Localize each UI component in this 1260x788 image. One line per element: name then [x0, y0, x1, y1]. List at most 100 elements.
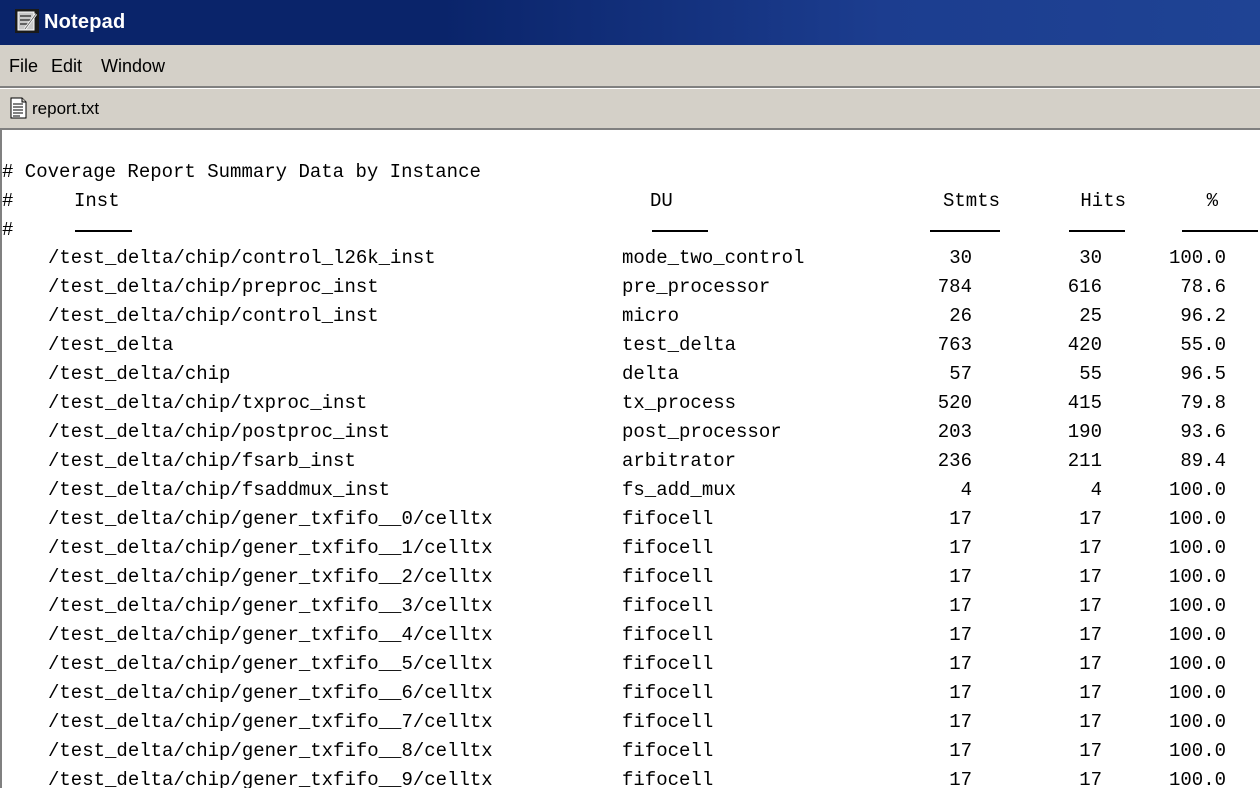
row-pct: 100.0 — [1168, 711, 1226, 733]
row-pct: 89.4 — [1180, 450, 1226, 472]
row-inst: /test_delta/chip/control_l26k_inst — [48, 247, 436, 269]
comment-hash: # — [2, 190, 14, 212]
column-underline-line: # — [2, 216, 1260, 245]
row-inst: /test_delta/chip/txproc_inst — [48, 392, 368, 414]
row-pct: 100.0 — [1168, 537, 1226, 559]
column-header-inst: Inst — [74, 190, 120, 212]
row-pct: 55.0 — [1180, 334, 1226, 356]
table-row: /test_delta/chip/gener_txfifo__2/celltx f… — [2, 563, 1260, 592]
row-pct: 100.0 — [1168, 769, 1226, 788]
column-header-du: DU — [650, 190, 673, 212]
row-inst: /test_delta/chip/gener_txfifo__9/celltx — [48, 769, 493, 788]
row-hits: 17 — [1079, 566, 1102, 588]
column-header-hits: Hits — [1080, 190, 1126, 212]
row-hits: 616 — [1067, 276, 1102, 298]
row-pct: 100.0 — [1168, 740, 1226, 762]
report-heading: # Coverage Report Summary Data by Instan… — [2, 161, 481, 183]
row-hits: 4 — [1090, 479, 1102, 501]
table-row: /test_delta/chip/fsarb_inst arbitrator 236… — [2, 447, 1260, 476]
table-row: /test_delta/chip/gener_txfifo__4/celltx f… — [2, 621, 1260, 650]
menu-bar: File Edit Window — [0, 45, 1260, 87]
row-pct: 96.5 — [1180, 363, 1226, 385]
row-hits: 190 — [1067, 421, 1102, 443]
row-stmts: 203 — [937, 421, 972, 443]
window-title: Notepad — [44, 11, 126, 33]
row-stmts: 4 — [960, 479, 972, 501]
row-pct: 100.0 — [1168, 624, 1226, 646]
row-inst: /test_delta/chip/fsaddmux_inst — [48, 479, 391, 501]
row-pct: 100.0 — [1168, 566, 1226, 588]
row-pct: 93.6 — [1180, 421, 1226, 443]
row-pct: 100.0 — [1168, 653, 1226, 675]
row-stmts: 784 — [937, 276, 972, 298]
row-pct: 78.6 — [1180, 276, 1226, 298]
table-row: /test_delta/chip delta 57 55 96.5 — [2, 360, 1260, 389]
table-row: /test_delta/chip/gener_txfifo__7/celltx f… — [2, 708, 1260, 737]
table-row: /test_delta/chip/fsaddmux_inst fs_add_mux… — [2, 476, 1260, 505]
row-du: fifocell — [622, 624, 714, 646]
row-du: fs_add_mux — [622, 479, 737, 501]
row-pct: 96.2 — [1180, 305, 1226, 327]
row-pct: 100.0 — [1168, 508, 1226, 530]
table-row: /test_delta test_delta 763 420 55.0 — [2, 331, 1260, 360]
row-hits: 17 — [1079, 711, 1102, 733]
row-hits: 420 — [1067, 334, 1102, 356]
inst-underline — [75, 230, 132, 232]
text-document-icon — [10, 97, 27, 119]
table-row: /test_delta/chip/control_l26k_inst mode_t… — [2, 244, 1260, 273]
menu-window[interactable]: Window — [101, 55, 165, 77]
document-name: report.txt — [32, 99, 100, 118]
menu-edit[interactable]: Edit — [51, 55, 82, 77]
column-header-pct: % — [1206, 190, 1218, 212]
title-bar[interactable]: Notepad — [0, 0, 1260, 45]
row-inst: /test_delta/chip/preproc_inst — [48, 276, 379, 298]
row-hits: 17 — [1079, 624, 1102, 646]
row-hits: 17 — [1079, 740, 1102, 762]
row-du: test_delta — [622, 334, 737, 356]
row-stmts: 236 — [937, 450, 972, 472]
row-stmts: 17 — [949, 537, 972, 559]
table-row: /test_delta/chip/txproc_inst tx_process 52… — [2, 389, 1260, 418]
row-stmts: 17 — [949, 566, 972, 588]
column-header-stmts: Stmts — [942, 190, 1000, 212]
table-row: /test_delta/chip/gener_txfifo__8/celltx f… — [2, 737, 1260, 766]
notepad-app-icon[interactable] — [15, 9, 39, 33]
comment-hash: # — [2, 219, 14, 241]
row-inst: /test_delta/chip/gener_txfifo__5/celltx — [48, 653, 493, 675]
row-inst: /test_delta/chip — [48, 363, 231, 385]
row-du: fifocell — [622, 711, 714, 733]
row-hits: 17 — [1079, 769, 1102, 788]
row-stmts: 26 — [949, 305, 972, 327]
table-row: /test_delta/chip/gener_txfifo__3/celltx f… — [2, 592, 1260, 621]
hits-underline — [1069, 230, 1125, 232]
row-du: fifocell — [622, 566, 714, 588]
row-inst: /test_delta/chip/gener_txfifo__2/celltx — [48, 566, 493, 588]
row-hits: 17 — [1079, 508, 1102, 530]
row-hits: 30 — [1079, 247, 1102, 269]
row-hits: 17 — [1079, 653, 1102, 675]
row-du: fifocell — [622, 595, 714, 617]
text-editor-area[interactable]: # Coverage Report Summary Data by Instan… — [0, 128, 1260, 788]
row-du: fifocell — [622, 653, 714, 675]
row-stmts: 520 — [937, 392, 972, 414]
row-du: fifocell — [622, 508, 714, 530]
row-inst: /test_delta/chip/gener_txfifo__0/celltx — [48, 508, 493, 530]
row-hits: 17 — [1079, 595, 1102, 617]
row-pct: 100.0 — [1168, 682, 1226, 704]
row-du: post_processor — [622, 421, 782, 443]
table-row: /test_delta/chip/postproc_inst post_proce… — [2, 418, 1260, 447]
document-tab[interactable]: report.txt — [0, 88, 1260, 128]
row-inst: /test_delta/chip/gener_txfifo__7/celltx — [48, 711, 493, 733]
row-inst: /test_delta/chip/control_inst — [48, 305, 379, 327]
table-row: /test_delta/chip/gener_txfifo__0/celltx f… — [2, 505, 1260, 534]
row-stmts: 17 — [949, 595, 972, 617]
row-stmts: 17 — [949, 624, 972, 646]
row-pct: 100.0 — [1168, 595, 1226, 617]
row-stmts: 17 — [949, 740, 972, 762]
menu-file[interactable]: File — [9, 55, 38, 77]
row-du: pre_processor — [622, 276, 771, 298]
row-du: fifocell — [622, 769, 714, 788]
row-stmts: 57 — [949, 363, 972, 385]
row-inst: /test_delta/chip/gener_txfifo__8/celltx — [48, 740, 493, 762]
table-row: /test_delta/chip/preproc_inst pre_process… — [2, 273, 1260, 302]
